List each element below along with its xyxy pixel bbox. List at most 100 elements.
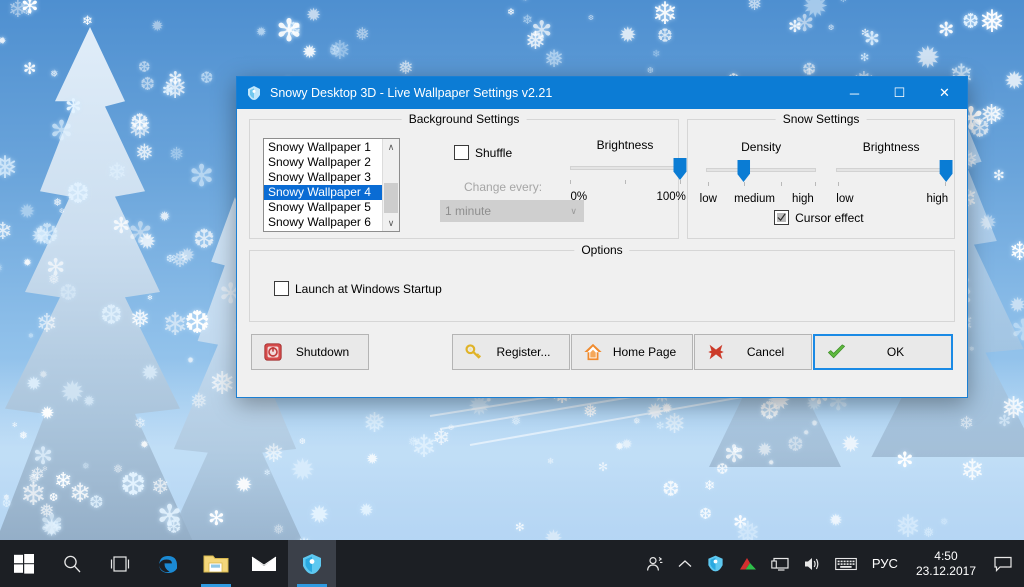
launch-at-startup-checkbox-box[interactable]: [274, 281, 289, 296]
snowflake-icon: ❆: [49, 492, 59, 504]
snowflake-icon: ❆: [716, 462, 729, 478]
snowflake-icon: ✹: [621, 436, 633, 452]
snowflake-icon: ✻: [840, 0, 847, 4]
snowflake-icon: ✻: [795, 10, 815, 36]
scroll-down-icon[interactable]: ∨: [383, 215, 399, 231]
ok-label: OK: [886, 345, 905, 359]
wallpaper-list-item[interactable]: Snowy Wallpaper 5: [264, 200, 382, 215]
background-brightness-slider[interactable]: Brightness 0% 100%: [570, 138, 687, 205]
scrollbar-track[interactable]: [383, 155, 399, 215]
shuffle-checkbox[interactable]: Shuffle: [454, 145, 512, 160]
snowflake-icon: ❆: [140, 74, 156, 94]
cancel-button[interactable]: Cancel: [694, 334, 812, 370]
wallpaper-list-item[interactable]: Snowy Wallpaper 6: [264, 215, 382, 230]
snowflake-icon: ❅: [544, 46, 565, 73]
language-indicator[interactable]: РУС: [864, 540, 906, 587]
graphics-tray-icon[interactable]: [732, 540, 764, 587]
snowflake-icon: ❄: [0, 218, 13, 244]
snowflake-icon: ❅: [263, 440, 285, 468]
cursor-effect-checkbox[interactable]: Cursor effect: [774, 210, 864, 225]
snowflake-icon: ❆: [647, 66, 654, 75]
snow-density-thumb[interactable]: [737, 160, 751, 182]
chevron-down-icon: ∨: [570, 205, 577, 216]
wallpaper-list-item[interactable]: Snowy Wallpaper 1: [264, 140, 382, 155]
snowflake-icon: ✻: [50, 115, 73, 146]
wallpaper-listbox[interactable]: Snowy Wallpaper 1 Snowy Wallpaper 2 Snowy …: [263, 138, 400, 232]
start-button[interactable]: [0, 540, 48, 587]
wallpaper-list-item[interactable]: Snowy Wallpaper 2: [264, 155, 382, 170]
snowflake-icon: ❅: [979, 4, 1006, 39]
task-view-icon: [110, 555, 130, 572]
snow-brightness-track[interactable]: [836, 168, 947, 172]
snow-settings-group: Snow Settings Density low medium high Br…: [687, 112, 955, 239]
snowflake-icon: ❅: [521, 0, 530, 4]
snowflake-icon: ✻: [998, 413, 1012, 430]
snowflake-icon: ❄: [432, 425, 451, 450]
listbox-scrollbar[interactable]: ∧ ∨: [382, 139, 399, 231]
snow-brightness-thumb[interactable]: [939, 160, 953, 182]
edge-button[interactable]: [144, 540, 192, 587]
snowflake-icon: ✹: [0, 262, 3, 274]
search-button[interactable]: [48, 540, 96, 587]
snow-density-label-medium: medium: [734, 193, 775, 205]
snowflake-icon: ❄: [147, 295, 153, 302]
snowflake-icon: ❆: [184, 304, 211, 340]
change-every-label: Change every:: [464, 180, 543, 194]
snowflake-icon: ❅: [329, 37, 351, 65]
snowflake-icon: ✹: [1004, 68, 1024, 95]
scroll-up-icon[interactable]: ∧: [383, 139, 399, 155]
ok-button[interactable]: OK: [813, 334, 953, 370]
scrollbar-thumb[interactable]: [384, 183, 398, 213]
clock[interactable]: 4:50 23.12.2017: [906, 540, 986, 587]
interval-value: 1 minute: [445, 204, 492, 218]
snowflake-icon: ❅: [135, 139, 155, 165]
wallpaper-list-item[interactable]: Snowy Wallpaper 7: [264, 230, 382, 231]
wallpaper-list-item[interactable]: Snowy Wallpaper 3: [264, 170, 382, 185]
shuffle-checkbox-box[interactable]: [454, 145, 469, 160]
cursor-effect-checkbox-box[interactable]: [774, 210, 790, 225]
snowflake-icon: ✹: [309, 502, 330, 529]
snowflake-icon: ✹: [23, 257, 32, 269]
maximize-button[interactable]: ☐: [877, 77, 922, 109]
people-icon[interactable]: [639, 540, 671, 587]
snowy-desktop-button[interactable]: [288, 540, 336, 587]
snowflake-icon: ✹: [915, 41, 941, 75]
action-center-button[interactable]: [986, 540, 1020, 587]
shutdown-button[interactable]: Shutdown: [251, 334, 369, 370]
title-bar[interactable]: Snowy Desktop 3D - Live Wallpaper Settin…: [237, 77, 967, 109]
snowy-tray-icon[interactable]: [699, 540, 732, 587]
snow-brightness-slider[interactable]: Brightness low high: [836, 140, 953, 207]
minimize-button[interactable]: ─: [832, 77, 877, 109]
snowflake-icon: ❄: [704, 478, 716, 493]
interval-select[interactable]: 1 minute ∨: [440, 200, 584, 222]
snowflake-icon: ✻: [162, 83, 174, 98]
snowflake-icon: ❅: [732, 445, 740, 455]
snowflake-icon: ✹: [83, 394, 96, 410]
close-button[interactable]: ✕: [922, 77, 967, 109]
snowflake-icon: ❅: [48, 272, 60, 287]
wallpaper-list-item[interactable]: Snowy Wallpaper 4: [264, 185, 382, 200]
snowflake-icon: ❅: [169, 144, 185, 164]
snowflake-icon: ❆: [166, 516, 182, 537]
snowflake-icon: ❆: [138, 59, 151, 76]
mail-button[interactable]: [240, 540, 288, 587]
volume-icon[interactable]: [796, 540, 828, 587]
snowflake-icon: ❅: [19, 431, 28, 442]
touch-keyboard-icon[interactable]: [828, 540, 864, 587]
snowflake-icon: ✹: [256, 25, 267, 39]
snowflake-icon: ✹: [290, 454, 315, 487]
home-page-button[interactable]: Home Page: [571, 334, 693, 370]
register-label: Register...: [496, 345, 551, 359]
snow-density-title: Density: [741, 140, 782, 154]
display-tray-icon[interactable]: [764, 540, 796, 587]
snowy-app-icon: [303, 553, 321, 574]
background-brightness-thumb[interactable]: [673, 158, 687, 180]
task-view-button[interactable]: [96, 540, 144, 587]
background-brightness-track[interactable]: [570, 166, 680, 170]
show-hidden-icons-button[interactable]: [671, 540, 699, 587]
snow-density-track[interactable]: [706, 168, 817, 172]
snow-density-slider[interactable]: Density low medium high: [700, 140, 817, 207]
register-button[interactable]: Register...: [452, 334, 570, 370]
launch-at-startup-checkbox[interactable]: Launch at Windows Startup: [274, 281, 442, 296]
file-explorer-button[interactable]: [192, 540, 240, 587]
